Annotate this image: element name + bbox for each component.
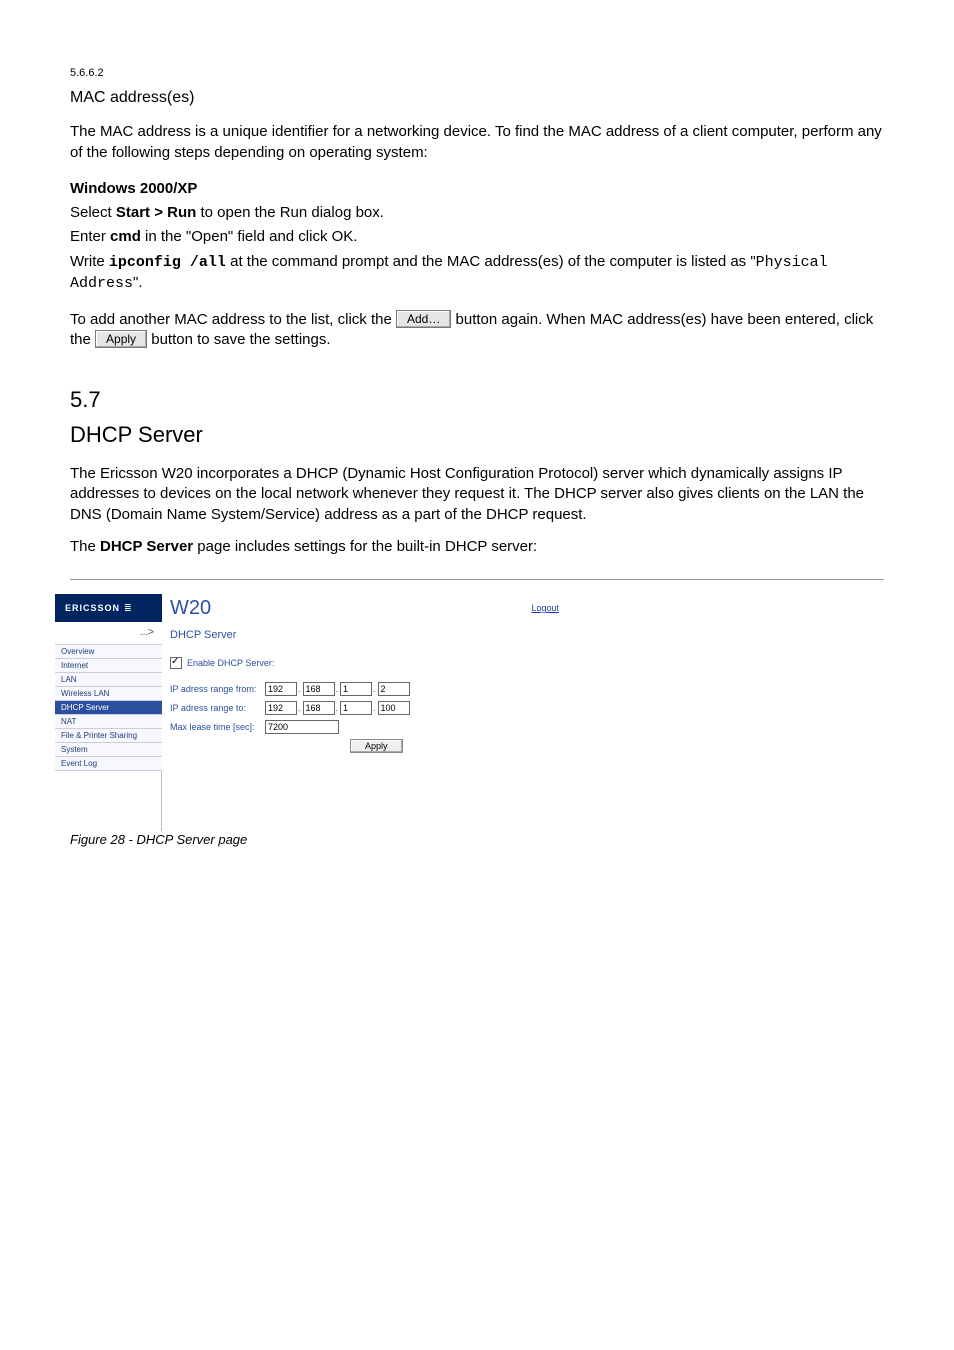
ip-to-octet-2[interactable] [303, 701, 335, 715]
brand-label: ERICSSON [65, 602, 120, 614]
ip-to-octet-4[interactable] [378, 701, 410, 715]
figure-caption: Figure 28 - DHCP Server page [70, 831, 884, 849]
nav-item-nat[interactable]: NAT [55, 715, 162, 729]
nav-item-event-log[interactable]: Event Log [55, 757, 162, 771]
panel-title: DHCP Server [170, 628, 575, 643]
max-lease-time-input[interactable] [265, 720, 339, 734]
brand-bar: ERICSSON ≣ [55, 594, 162, 622]
apply-button[interactable]: Apply [350, 739, 403, 753]
enable-dhcp-label: Enable DHCP Server: [187, 657, 274, 669]
breadcrumb: ...> [55, 622, 162, 644]
nav-item-internet[interactable]: Internet [55, 659, 162, 673]
enable-dhcp-checkbox[interactable] [170, 657, 182, 669]
paragraph: The MAC address is a unique identifier f… [70, 122, 884, 163]
step-1: Select Start > Run to open the Run dialo… [70, 203, 884, 223]
section-number-major: 5.7 [70, 385, 884, 415]
os-heading-windows: Windows 2000/XP [70, 180, 197, 197]
step-2: Enter cmd in the "Open" field and click … [70, 227, 884, 247]
ip-to-octet-3[interactable] [340, 701, 372, 715]
ip-from-octet-3[interactable] [340, 682, 372, 696]
paragraph: The DHCP Server page includes settings f… [70, 537, 884, 557]
ip-from-octet-4[interactable] [378, 682, 410, 696]
model-label: W20 [170, 595, 211, 622]
section-number: 5.6.6.2 [70, 66, 884, 81]
add-button[interactable]: Add… [396, 310, 451, 328]
document-body: 5.6.6.2 MAC address(es) The MAC address … [70, 66, 884, 849]
logout-link[interactable]: Logout [531, 602, 559, 614]
nav-item-lan[interactable]: LAN [55, 673, 162, 687]
max-lease-time-label: Max lease time [sec]: [170, 721, 265, 733]
ericsson-bars-icon: ≣ [124, 602, 130, 614]
add-more-paragraph: To add another MAC address to the list, … [70, 310, 884, 351]
nav-item-overview[interactable]: Overview [55, 645, 162, 659]
apply-button-inline[interactable]: Apply [95, 330, 147, 348]
step-3: Write ipconfig /all at the command promp… [70, 252, 884, 295]
ip-range-from-label: IP adress range from: [170, 683, 265, 695]
nav-item-file-printer-sharing[interactable]: File & Printer Sharing [55, 729, 162, 743]
ip-from-octet-1[interactable] [265, 682, 297, 696]
nav-item-dhcp-server[interactable]: DHCP Server [55, 701, 162, 715]
sidebar-nav: Overview Internet LAN Wireless LAN DHCP … [55, 644, 162, 771]
section-title: MAC address(es) [70, 87, 884, 109]
ip-from-octet-2[interactable] [303, 682, 335, 696]
ip-range-to-label: IP adress range to: [170, 702, 265, 714]
ip-to-octet-1[interactable] [265, 701, 297, 715]
nav-item-wlan[interactable]: Wireless LAN [55, 687, 162, 701]
embedded-screenshot: ERICSSON ≣ ...> Overview Internet LAN Wi… [70, 579, 884, 831]
paragraph: The Ericsson W20 incorporates a DHCP (Dy… [70, 464, 884, 525]
section-title-major: DHCP Server [70, 420, 884, 450]
nav-item-system[interactable]: System [55, 743, 162, 757]
